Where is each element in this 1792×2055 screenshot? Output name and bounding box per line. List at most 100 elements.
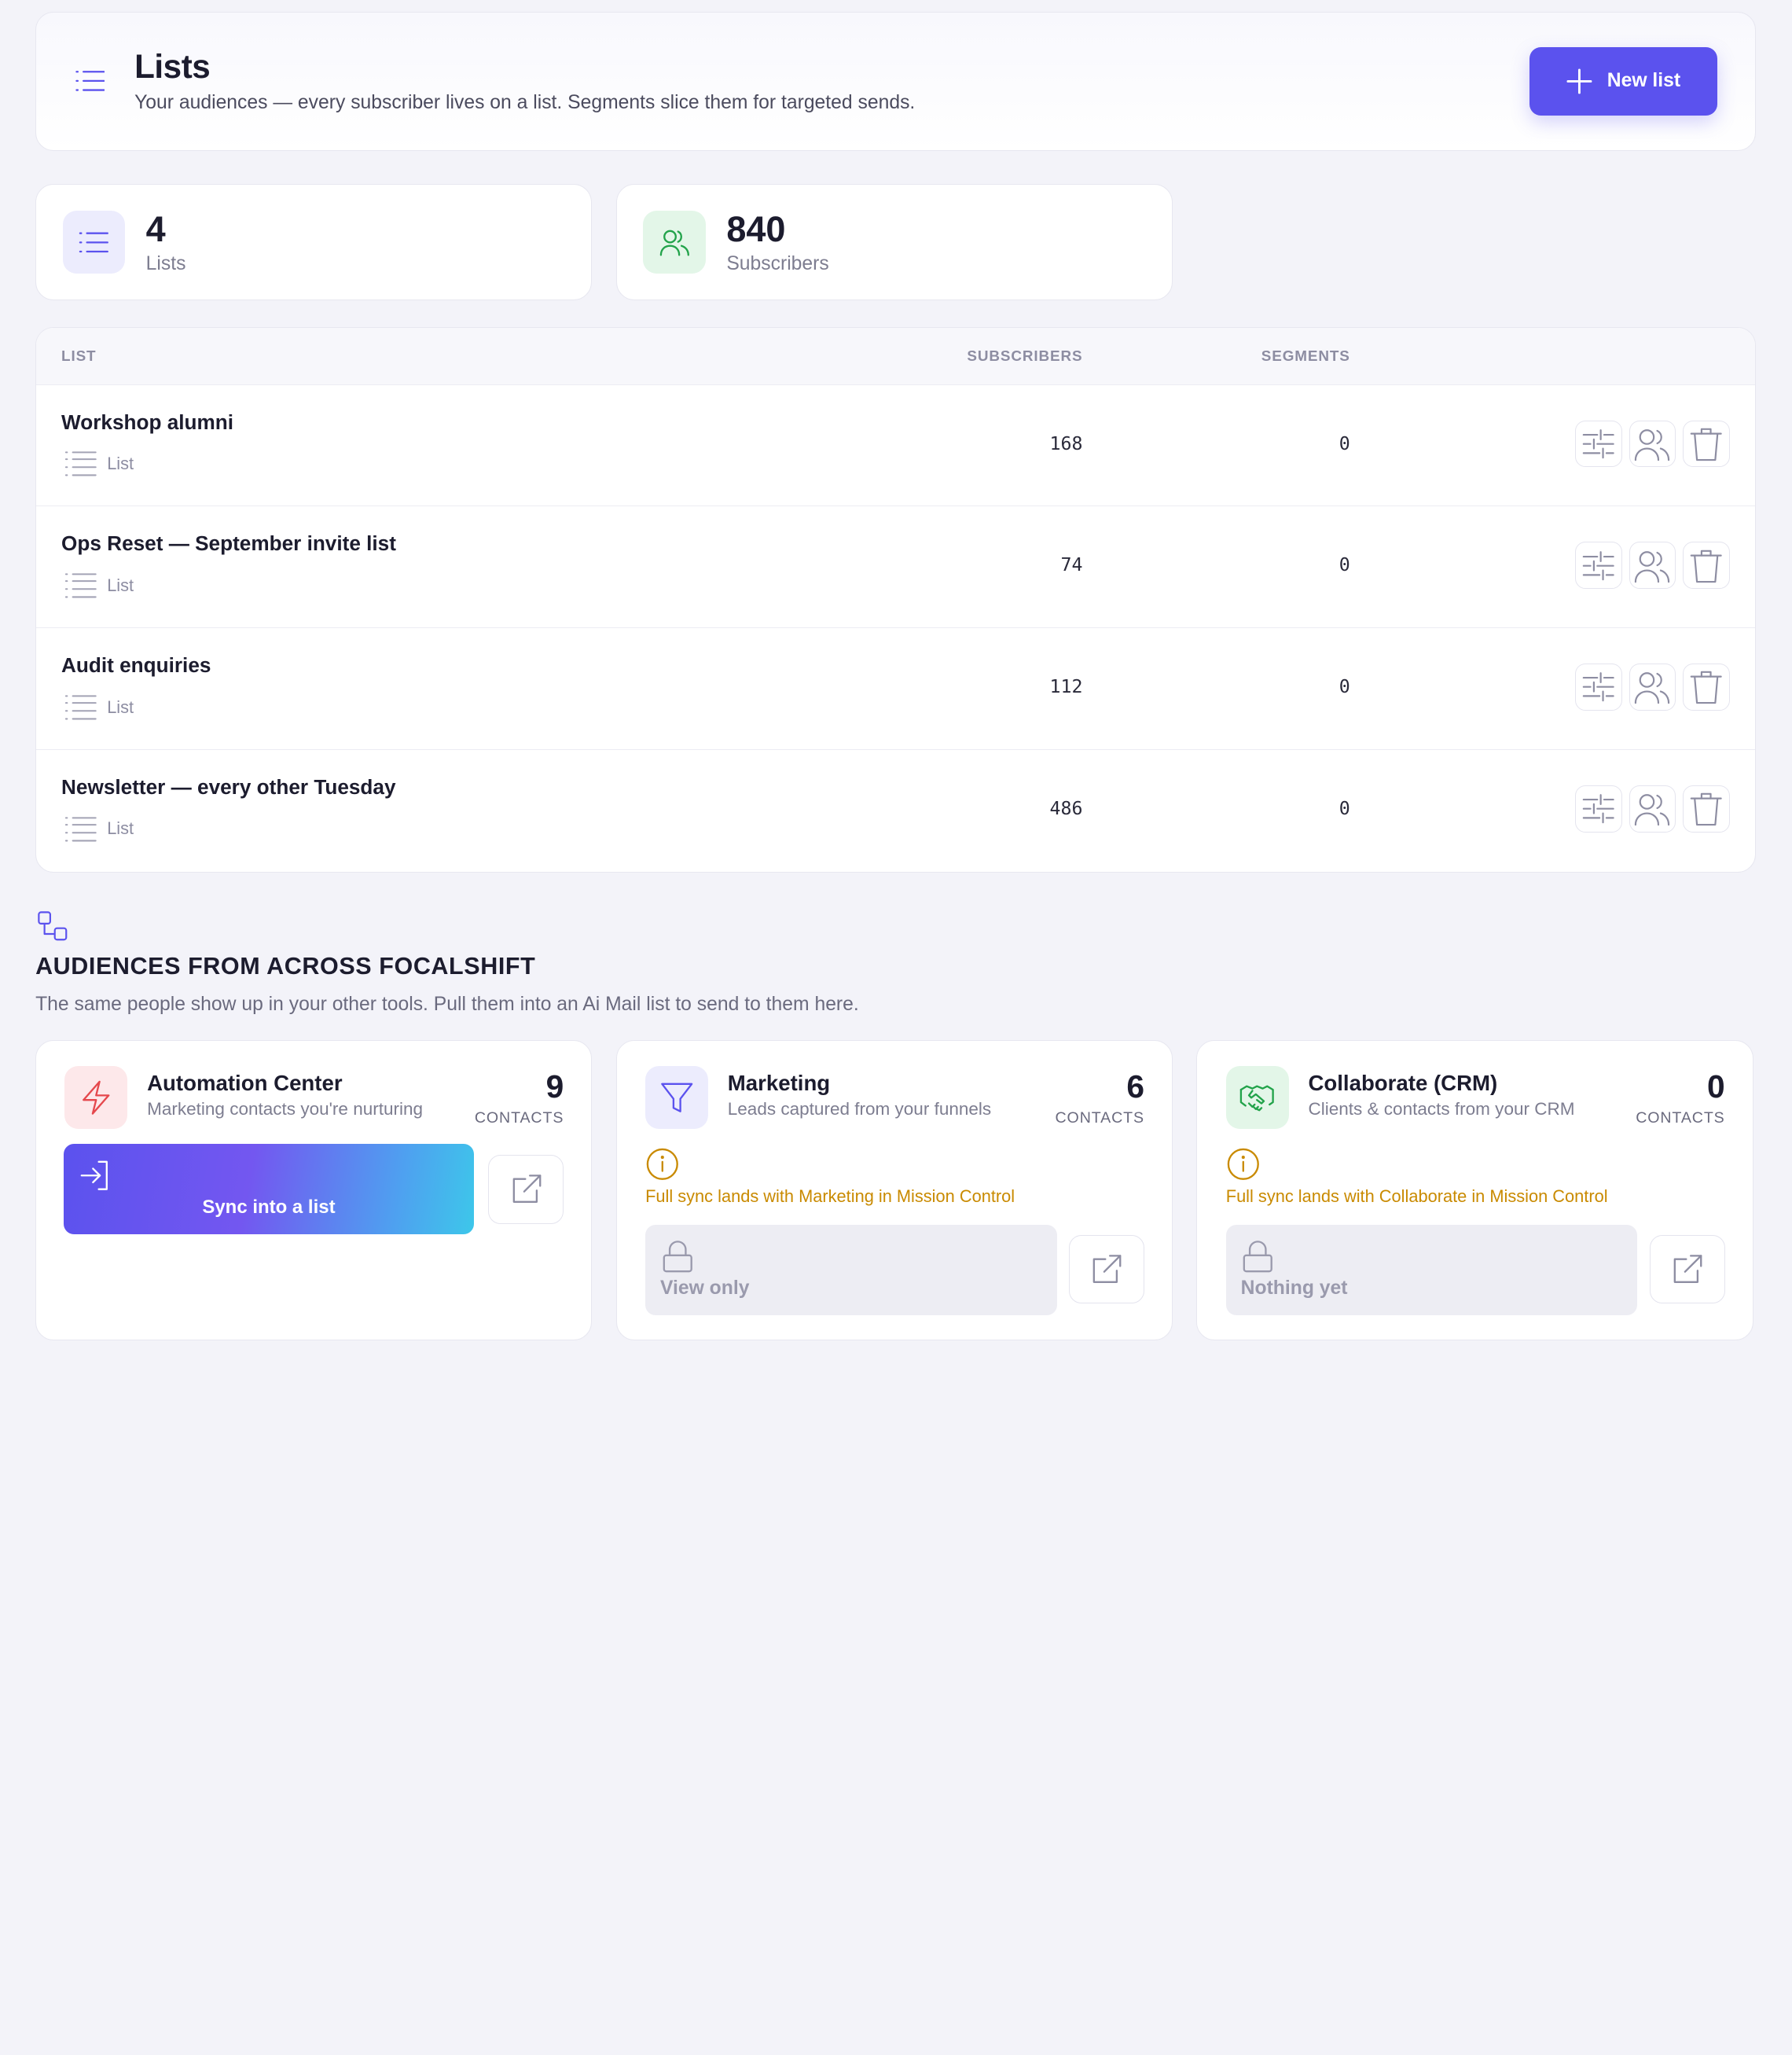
stat-value: 840 — [726, 208, 786, 249]
handshake-icon — [1240, 1085, 1275, 1111]
segments-button[interactable] — [1575, 785, 1622, 833]
stat-icon-box — [643, 211, 707, 274]
subscriber-count: 74 — [1060, 554, 1083, 576]
table-row[interactable]: Workshop alumni List 168 0 — [36, 385, 1755, 507]
sign-in-icon — [81, 1160, 108, 1191]
list-icon — [75, 71, 105, 92]
list-name[interactable]: Newsletter — every other Tuesday — [61, 775, 395, 800]
lightning-icon — [83, 1080, 110, 1115]
sync-label: Sync into a list — [202, 1196, 336, 1218]
trash-icon — [1690, 550, 1722, 583]
open-external-button[interactable] — [1069, 1235, 1144, 1304]
open-external-button[interactable] — [488, 1155, 564, 1224]
list-type: List — [64, 449, 134, 479]
lists-page: Lists Your audiences — every subscriber … — [0, 0, 1792, 1341]
list-icon — [64, 451, 97, 476]
card-subtitle: Leads captured from your funnels — [727, 1099, 992, 1119]
users-icon — [1634, 794, 1669, 826]
info-icon — [645, 1147, 680, 1186]
sync-note: Full sync lands with Collaborate in Miss… — [1225, 1186, 1608, 1206]
column-header-segments: SEGMENTS — [1261, 348, 1350, 365]
contact-count: 6 — [1126, 1068, 1144, 1105]
subscribers-button[interactable] — [1629, 542, 1676, 590]
open-external-button[interactable] — [1649, 1235, 1725, 1304]
card-title: Collaborate (CRM) — [1308, 1070, 1498, 1095]
audience-cards: Automation Center Marketing contacts you… — [35, 1039, 1755, 1341]
subscribers-button[interactable] — [1629, 785, 1676, 833]
external-link-icon — [512, 1175, 541, 1204]
audience-card-automation: Automation Center Marketing contacts you… — [35, 1039, 593, 1341]
locked-label: Nothing yet — [1240, 1277, 1348, 1299]
audience-card-crm: Collaborate (CRM) Clients & contacts fro… — [1196, 1039, 1753, 1341]
row-actions — [1575, 420, 1730, 468]
delete-button[interactable] — [1682, 420, 1730, 468]
table-row[interactable]: Newsletter — every other Tuesday List 48… — [36, 750, 1754, 872]
audience-card-marketing: Marketing Leads captured from your funne… — [615, 1039, 1173, 1341]
list-type: List — [64, 814, 134, 844]
users-icon — [1634, 428, 1669, 461]
list-icon — [64, 573, 97, 598]
contact-count: 9 — [545, 1068, 564, 1105]
lock-icon — [1243, 1241, 1273, 1273]
view-only-button: View only — [645, 1224, 1057, 1315]
header-text: Lists Your audiences — every subscriber … — [134, 47, 1529, 114]
segment-count: 0 — [1338, 432, 1350, 454]
sliders-icon — [1583, 672, 1615, 702]
table-row[interactable]: Audit enquiries List 112 0 — [36, 628, 1755, 751]
sliders-icon — [1583, 550, 1615, 580]
contact-count-label: CONTACTS — [474, 1109, 564, 1127]
segment-count: 0 — [1338, 798, 1350, 820]
table-row[interactable]: Ops Reset — September invite list List 7… — [36, 506, 1755, 629]
list-icon — [64, 816, 97, 841]
info-icon — [1226, 1147, 1261, 1186]
segments-button[interactable] — [1575, 664, 1622, 711]
list-icon — [79, 232, 109, 253]
card-icon-box — [64, 1065, 128, 1129]
subscribers-button[interactable] — [1629, 664, 1676, 711]
subscriber-count: 168 — [1049, 432, 1083, 454]
card-subtitle: Marketing contacts you're nurturing — [147, 1099, 424, 1119]
funnel-icon — [660, 1083, 693, 1112]
users-icon — [1634, 672, 1669, 704]
page-subtitle: Your audiences — every subscriber lives … — [134, 91, 916, 113]
delete-button[interactable] — [1682, 785, 1730, 833]
card-title: Marketing — [727, 1070, 831, 1095]
stat-card-lists: 4 Lists — [35, 184, 593, 301]
sliders-icon — [1583, 428, 1615, 458]
contact-count: 0 — [1707, 1068, 1725, 1105]
page-title: Lists — [134, 47, 211, 85]
list-name[interactable]: Ops Reset — September invite list — [61, 531, 396, 556]
list-name[interactable]: Audit enquiries — [61, 653, 211, 678]
stat-card-subscribers: 840 Subscribers — [615, 184, 1173, 301]
row-actions — [1575, 542, 1730, 590]
delete-button[interactable] — [1682, 664, 1730, 711]
subscribers-button[interactable] — [1629, 420, 1676, 468]
delete-button[interactable] — [1682, 542, 1730, 590]
new-list-button[interactable]: New list — [1529, 46, 1717, 116]
stat-label: Subscribers — [726, 252, 829, 274]
card-subtitle: Clients & contacts from your CRM — [1308, 1099, 1575, 1119]
list-name[interactable]: Workshop alumni — [61, 410, 233, 435]
segments-button[interactable] — [1575, 542, 1622, 590]
users-icon — [659, 230, 689, 256]
list-type-label: List — [107, 575, 134, 595]
sync-note: Full sync lands with Marketing in Missio… — [645, 1186, 1015, 1206]
column-header-subscribers: SUBSCRIBERS — [967, 348, 1083, 365]
sliders-icon — [1583, 794, 1615, 824]
users-icon — [1634, 550, 1669, 583]
list-type: List — [64, 693, 134, 722]
subscriber-count: 486 — [1049, 798, 1083, 820]
segment-count: 0 — [1338, 554, 1350, 576]
nothing-yet-button: Nothing yet — [1225, 1224, 1638, 1315]
list-type: List — [64, 571, 134, 601]
page-header: Lists Your audiences — every subscriber … — [35, 11, 1756, 151]
trash-icon — [1690, 792, 1722, 826]
card-icon-box — [645, 1065, 709, 1129]
sync-into-list-button[interactable]: Sync into a list — [63, 1143, 474, 1234]
segments-button[interactable] — [1575, 420, 1622, 468]
trash-icon — [1690, 671, 1722, 704]
audiences-title: AUDIENCES FROM ACROSS FOCALSHIFT — [35, 952, 536, 980]
lists-table: LIST SUBSCRIBERS SEGMENTS Workshop alumn… — [35, 326, 1756, 873]
card-title: Automation Center — [147, 1070, 343, 1095]
new-list-label: New list — [1607, 70, 1681, 92]
